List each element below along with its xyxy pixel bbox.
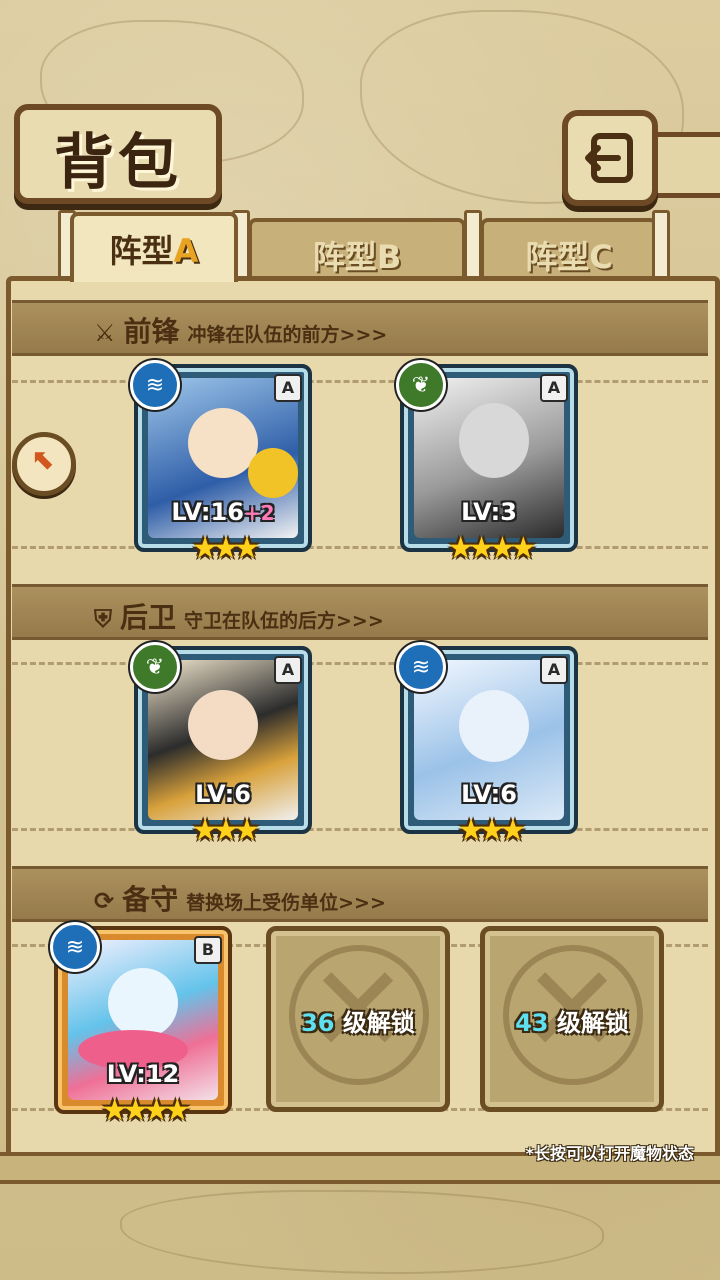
unit-card-front-1[interactable]: A ≋ LV:16+2 ★★★ — [130, 360, 312, 566]
star-rating: ★★★★ — [101, 1093, 191, 1128]
section-front-desc: 冲锋在队伍的前方>>> — [187, 324, 388, 346]
section-back-name: 后卫 — [120, 601, 177, 634]
unit-level: LV:6 — [195, 780, 251, 808]
unlock-requirement: 36 级解锁 — [301, 1009, 415, 1037]
locked-slot-1[interactable]: ✕ 36 级解锁 — [266, 926, 450, 1112]
water-element-icon: ≋ — [50, 922, 100, 972]
leaf-element-icon: ❦ — [130, 642, 180, 692]
title-plaque: 背包 — [14, 104, 222, 204]
leaf-element-icon: ❦ — [396, 360, 446, 410]
grade-badge: B — [194, 936, 222, 964]
unit-face — [459, 403, 529, 478]
unit-card-back-2[interactable]: A ≋ LV:6 ★★★ — [396, 642, 578, 848]
section-front-name: 前锋 — [123, 315, 180, 348]
section-back-desc: 守卫在队伍的后方>>> — [184, 610, 384, 632]
star-rating: ★★★ — [191, 813, 261, 848]
grade-badge: A — [274, 656, 302, 684]
star-rating: ★★★ — [457, 813, 527, 848]
section-reserve-name: 备守 — [122, 883, 179, 916]
divider — [12, 546, 708, 549]
shield-icon: ⛨ — [94, 605, 112, 633]
star-rating: ★★★ — [191, 531, 261, 566]
unit-card-front-2[interactable]: A ❦ LV:3 ★★★★ — [396, 360, 578, 566]
page-title: 背包 — [54, 128, 182, 198]
tab-formation-b[interactable]: 阵型B — [248, 218, 466, 282]
star-rating: ★★★★ — [447, 531, 537, 566]
locked-slot-2[interactable]: ✕ 43 级解锁 — [480, 926, 664, 1112]
unit-face — [188, 690, 258, 760]
unit-level: LV:12 — [106, 1060, 180, 1088]
sword-icon: ⚔ — [94, 319, 116, 347]
divider — [12, 380, 708, 383]
arrow-up-left-icon: ⬉ — [32, 443, 56, 476]
unit-face — [459, 690, 529, 762]
section-reserve-desc: 替换场上受伤单位>>> — [186, 892, 386, 914]
section-front-header: ⚔ 前锋 冲锋在队伍的前方>>> — [94, 310, 387, 350]
tab-divider — [652, 210, 670, 286]
unit-card-reserve-1[interactable]: B ≋ LV:12 ★★★★ — [50, 922, 232, 1128]
grade-badge: A — [540, 656, 568, 684]
section-reserve-header: ⟳ 备守 替换场上受伤单位>>> — [94, 878, 386, 918]
unit-level: LV:6 — [461, 780, 517, 808]
tab-formation-a[interactable]: 阵型A — [70, 212, 238, 282]
hint-text: *长按可以打开魔物状态 — [525, 1144, 694, 1163]
water-element-icon: ≋ — [130, 360, 180, 410]
grade-badge: A — [274, 374, 302, 402]
back-button[interactable] — [562, 110, 658, 206]
tab-formation-c[interactable]: 阵型C — [480, 218, 658, 282]
swap-icon: ⟳ — [94, 887, 115, 915]
unit-level: LV:3 — [461, 498, 517, 526]
side-toggle-button[interactable]: ⬉ — [12, 432, 76, 496]
grade-badge: A — [540, 374, 568, 402]
unit-face — [108, 968, 178, 1038]
unlock-requirement: 43 级解锁 — [515, 1009, 629, 1037]
bell-decoration — [248, 448, 298, 498]
divider — [12, 828, 708, 831]
unit-level: LV:16+2 — [171, 498, 275, 526]
section-back-header: ⛨ 后卫 守卫在队伍的后方>>> — [94, 596, 384, 636]
unit-card-back-1[interactable]: A ❦ LV:6 ★★★ — [130, 642, 312, 848]
back-icon — [585, 133, 633, 183]
water-element-icon: ≋ — [396, 642, 446, 692]
divider — [12, 662, 708, 665]
